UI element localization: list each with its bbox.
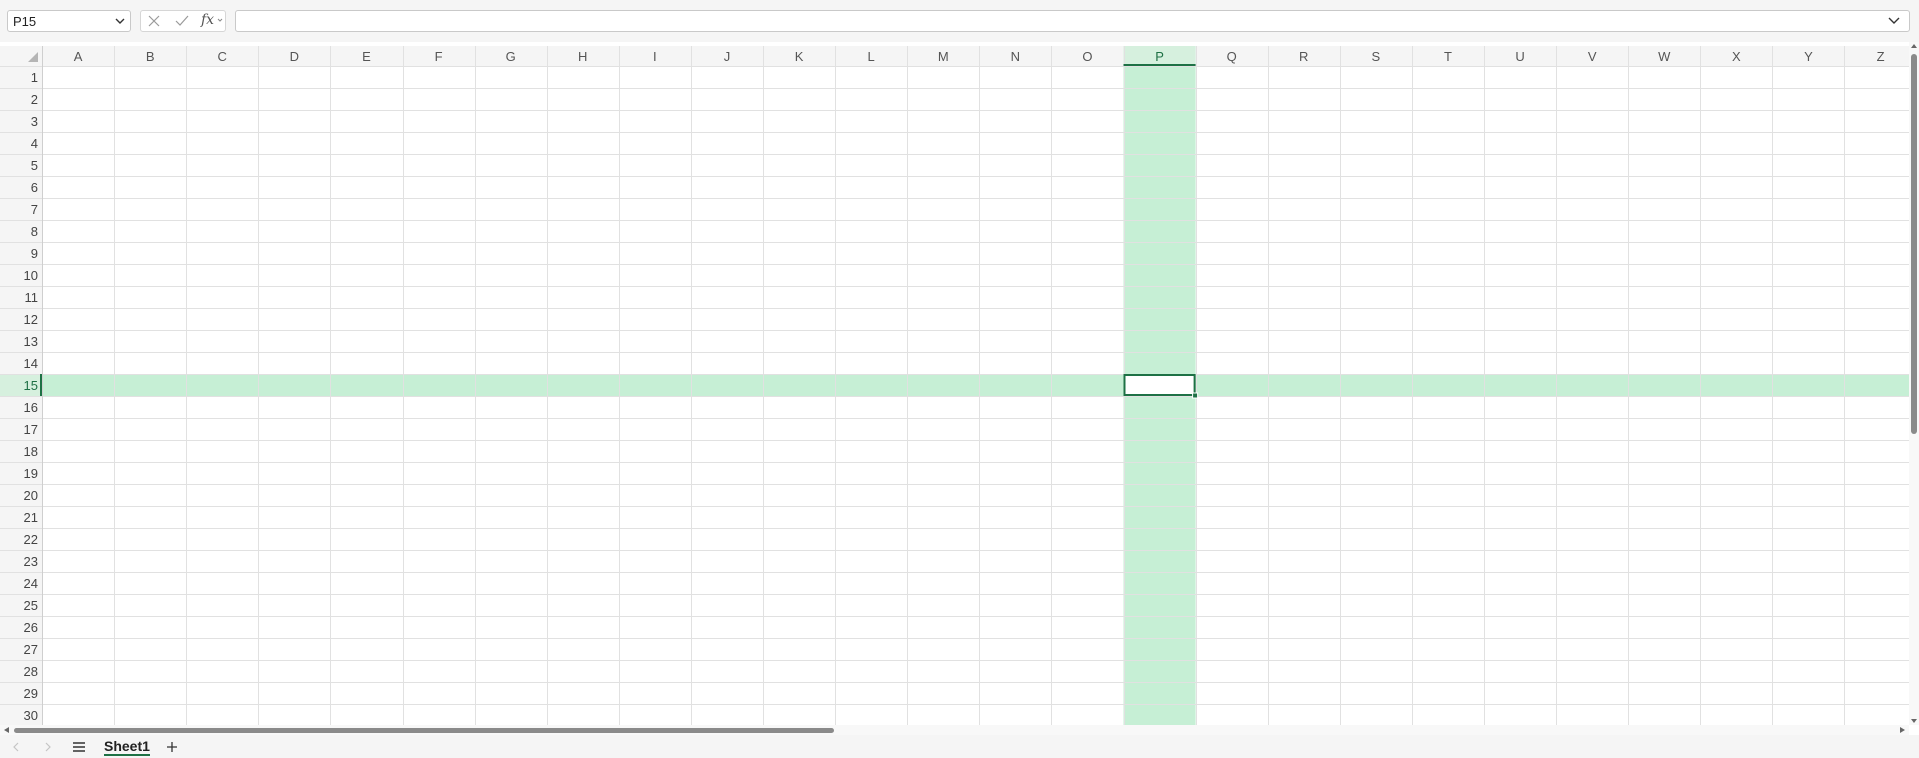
row-header-10[interactable]: 10 bbox=[24, 268, 38, 283]
column-header-T[interactable]: T bbox=[1444, 49, 1452, 64]
horizontal-scroll-thumb[interactable] bbox=[14, 728, 834, 733]
chevron-down-icon[interactable] bbox=[113, 12, 127, 30]
row-header-26[interactable]: 26 bbox=[24, 620, 38, 635]
column-header-O[interactable]: O bbox=[1082, 49, 1092, 64]
row-header-15[interactable]: 15 bbox=[24, 378, 38, 393]
row-header-16[interactable]: 16 bbox=[24, 400, 38, 415]
row-header-21[interactable]: 21 bbox=[24, 510, 38, 525]
column-header-I[interactable]: I bbox=[653, 49, 657, 64]
row-header-3[interactable]: 3 bbox=[31, 114, 38, 129]
row-header-29[interactable]: 29 bbox=[24, 686, 38, 701]
scroll-right-icon[interactable] bbox=[1897, 726, 1907, 734]
column-header-E[interactable]: E bbox=[362, 49, 371, 64]
formula-bar: P15 fx bbox=[0, 0, 1919, 42]
row-header-4[interactable]: 4 bbox=[31, 136, 38, 151]
fx-icon[interactable]: fx bbox=[201, 12, 214, 28]
active-cell[interactable] bbox=[1123, 374, 1196, 396]
column-header-K[interactable]: K bbox=[795, 49, 804, 64]
column-header-A[interactable]: A bbox=[74, 49, 83, 64]
name-box[interactable]: P15 bbox=[7, 10, 131, 32]
sheet-tab-bar: Sheet1 bbox=[0, 735, 1919, 758]
row-header-2[interactable]: 2 bbox=[31, 92, 38, 107]
row-header-8[interactable]: 8 bbox=[31, 224, 38, 239]
column-header-P[interactable]: P bbox=[1155, 49, 1164, 64]
scroll-up-icon[interactable] bbox=[1909, 42, 1919, 50]
column-header-N[interactable]: N bbox=[1011, 49, 1020, 64]
column-header-J[interactable]: J bbox=[724, 49, 731, 64]
horizontal-scrollbar[interactable] bbox=[0, 725, 1909, 735]
row-header-11[interactable]: 11 bbox=[25, 290, 39, 305]
sheet-tab-label: Sheet1 bbox=[104, 738, 150, 754]
row-header-22[interactable]: 22 bbox=[24, 532, 38, 547]
row-header-5[interactable]: 5 bbox=[31, 158, 38, 173]
row-header-1[interactable]: 1 bbox=[31, 70, 38, 85]
row-header-27[interactable]: 27 bbox=[24, 642, 38, 657]
column-header-G[interactable]: G bbox=[506, 49, 516, 64]
row-header-18[interactable]: 18 bbox=[24, 444, 38, 459]
row-header-9[interactable]: 9 bbox=[31, 246, 38, 261]
chevron-left-icon[interactable] bbox=[8, 739, 24, 755]
row-header-28[interactable]: 28 bbox=[24, 664, 38, 679]
column-header-R[interactable]: R bbox=[1299, 49, 1308, 64]
selected-row-header-marker bbox=[40, 374, 42, 396]
column-header-M[interactable]: M bbox=[938, 49, 949, 64]
column-header-W[interactable]: W bbox=[1658, 49, 1671, 64]
column-header-U[interactable]: U bbox=[1515, 49, 1524, 64]
sheet-tab-underline bbox=[104, 754, 150, 756]
row-header-12[interactable]: 12 bbox=[24, 312, 38, 327]
spreadsheet-grid[interactable]: A B C D E F G H I J K L M N O P Q R S T U V W X Y Z 1 2 3 4 5 6 7 8 9 10 11 1… bbox=[0, 46, 1909, 725]
formula-buttons: fx bbox=[140, 10, 226, 32]
chevron-down-icon[interactable] bbox=[217, 15, 223, 25]
column-header-S[interactable]: S bbox=[1372, 49, 1381, 64]
column-header-F[interactable]: F bbox=[435, 49, 443, 64]
row-header-6[interactable]: 6 bbox=[31, 180, 38, 195]
column-header-Q[interactable]: Q bbox=[1227, 49, 1237, 64]
sheet-tab-sheet1[interactable]: Sheet1 bbox=[96, 735, 158, 758]
row-header-23[interactable]: 23 bbox=[24, 554, 38, 569]
column-header-X[interactable]: X bbox=[1732, 49, 1741, 64]
row-header-14[interactable]: 14 bbox=[24, 356, 38, 371]
row-header-25[interactable]: 25 bbox=[24, 598, 38, 613]
column-header-B[interactable]: B bbox=[146, 49, 155, 64]
row-header-13[interactable]: 13 bbox=[24, 334, 38, 349]
selected-column-header-underline bbox=[1123, 64, 1196, 66]
vertical-scrollbar[interactable] bbox=[1909, 42, 1919, 725]
row-header-30[interactable]: 30 bbox=[24, 708, 38, 723]
column-header-bar bbox=[0, 46, 1909, 66]
check-icon[interactable] bbox=[173, 13, 191, 29]
column-header-Z[interactable]: Z bbox=[1877, 49, 1885, 64]
column-header-D[interactable]: D bbox=[290, 49, 299, 64]
vertical-scroll-thumb[interactable] bbox=[1911, 54, 1917, 434]
column-header-C[interactable]: C bbox=[218, 49, 227, 64]
scroll-down-icon[interactable] bbox=[1909, 717, 1919, 725]
column-header-Y[interactable]: Y bbox=[1804, 49, 1813, 64]
plus-icon[interactable] bbox=[164, 739, 180, 755]
row-header-17[interactable]: 17 bbox=[24, 422, 38, 437]
formula-input[interactable] bbox=[235, 10, 1910, 32]
row-header-7[interactable]: 7 bbox=[31, 202, 38, 217]
column-header-L[interactable]: L bbox=[868, 49, 875, 64]
row-header-20[interactable]: 20 bbox=[24, 488, 38, 503]
menu-icon[interactable] bbox=[71, 739, 87, 755]
column-header-H[interactable]: H bbox=[578, 49, 587, 64]
chevron-right-icon[interactable] bbox=[40, 739, 56, 755]
name-box-value: P15 bbox=[13, 14, 37, 29]
row-header-24[interactable]: 24 bbox=[24, 576, 38, 591]
fill-handle[interactable] bbox=[1192, 392, 1199, 399]
chevron-down-icon[interactable] bbox=[1887, 13, 1901, 29]
x-icon[interactable] bbox=[145, 13, 163, 29]
row-header-19[interactable]: 19 bbox=[24, 466, 38, 481]
scroll-left-icon[interactable] bbox=[2, 726, 12, 734]
column-header-V[interactable]: V bbox=[1588, 49, 1597, 64]
